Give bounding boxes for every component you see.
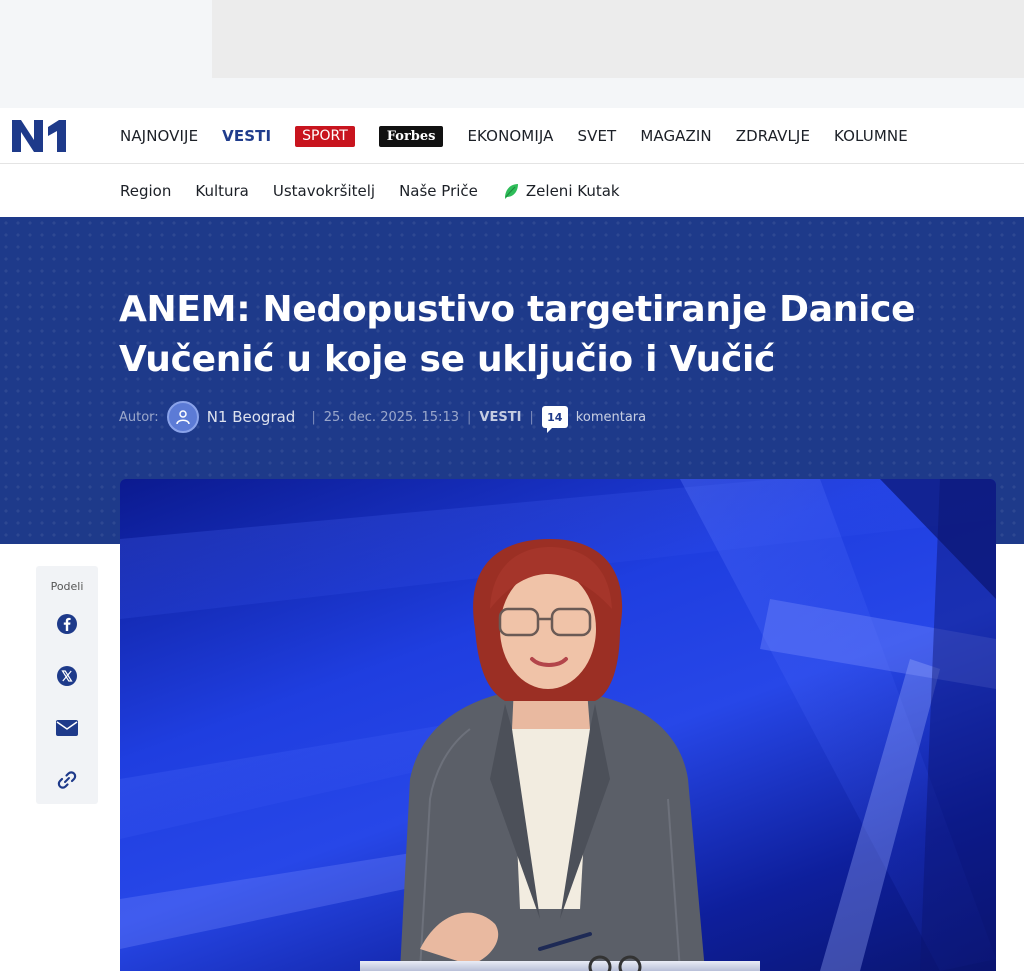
comment-count-icon[interactable]: 14 — [541, 406, 568, 433]
facebook-icon[interactable] — [55, 612, 79, 636]
nav-vesti[interactable]: VESTI — [222, 127, 271, 145]
author-name[interactable]: N1 Beograd — [207, 408, 296, 426]
meta-separator: | — [311, 409, 316, 425]
news-anchor-image — [120, 479, 996, 971]
article-headline: ANEM: Nedopustivo targetiranje Danice Vu… — [119, 289, 916, 380]
leaf-icon — [504, 183, 518, 199]
comments-label[interactable]: komentara — [576, 410, 646, 425]
article-meta: Autor: N1 Beograd | 25. dec. 2025. 15:13… — [119, 400, 646, 434]
sub-nav: Region Kultura Ustavokršitelj Naše Priče… — [0, 164, 1024, 217]
author-avatar[interactable] — [166, 401, 199, 433]
n1-logo-icon — [12, 120, 66, 152]
subnav-region[interactable]: Region — [120, 182, 171, 200]
nav-ekonomija[interactable]: EKONOMIJA — [467, 127, 553, 145]
nav-zdravlje[interactable]: ZDRAVLJE — [736, 127, 810, 145]
subnav-zeleni-kutak[interactable]: Zeleni Kutak — [502, 182, 620, 200]
main-nav-items: NAJNOVIJE VESTI SPORT Forbes EKONOMIJA S… — [120, 108, 932, 164]
n1-logo[interactable] — [12, 120, 68, 152]
nav-magazin[interactable]: MAGAZIN — [640, 127, 711, 145]
sub-nav-items: Region Kultura Ustavokršitelj Naše Priče… — [120, 164, 644, 217]
nav-svet[interactable]: SVET — [577, 127, 616, 145]
article-date: 25. dec. 2025. 15:13 — [323, 409, 459, 425]
user-icon — [175, 410, 190, 425]
main-nav: NAJNOVIJE VESTI SPORT Forbes EKONOMIJA S… — [0, 108, 1024, 164]
subnav-nase-price[interactable]: Naše Priče — [399, 182, 478, 200]
link-icon[interactable] — [55, 768, 79, 792]
share-label: Podeli — [50, 580, 84, 593]
nav-najnovije[interactable]: NAJNOVIJE — [120, 127, 198, 145]
meta-separator: | — [467, 409, 472, 425]
meta-separator: | — [529, 409, 534, 425]
nav-sport[interactable]: SPORT — [295, 125, 355, 147]
nav-forbes[interactable]: Forbes — [378, 125, 444, 147]
mail-icon[interactable] — [55, 716, 79, 740]
subnav-ustavokrsitelj[interactable]: Ustavokršitelj — [273, 182, 375, 200]
x-icon[interactable] — [55, 664, 79, 688]
ad-area — [0, 0, 1024, 108]
nav-kolumne[interactable]: KOLUMNE — [834, 127, 908, 145]
ad-banner[interactable] — [212, 0, 1024, 78]
article-category[interactable]: VESTI — [479, 410, 521, 425]
article-main-image[interactable] — [120, 479, 996, 971]
share-sidebar: Podeli — [36, 566, 98, 804]
subnav-kultura[interactable]: Kultura — [195, 182, 249, 200]
author-label: Autor: — [119, 409, 159, 425]
subnav-zeleni-kutak-label: Zeleni Kutak — [525, 181, 620, 200]
